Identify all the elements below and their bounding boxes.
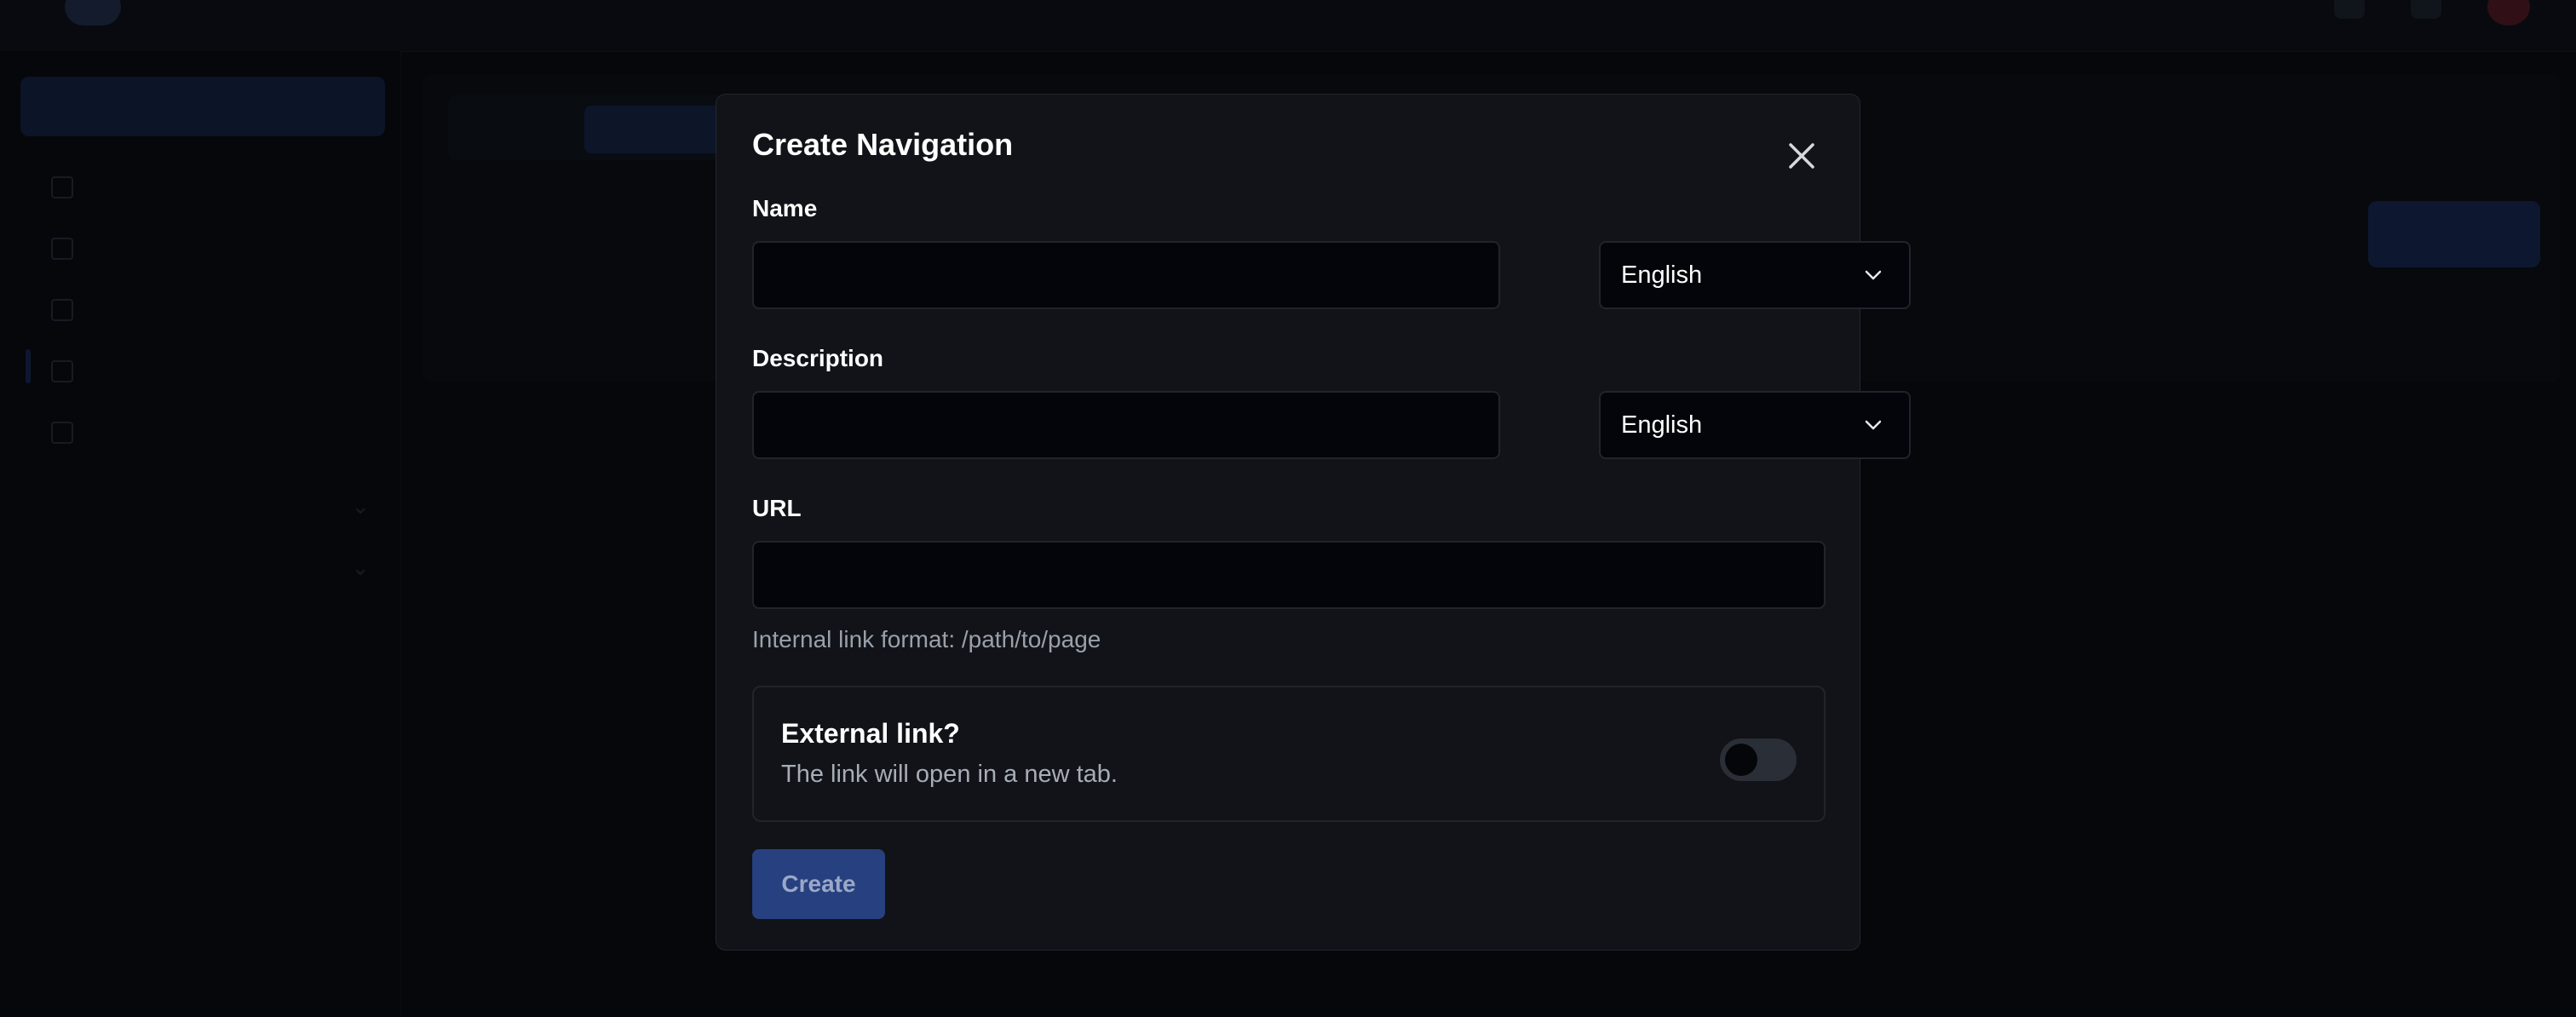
url-hint: Internal link format: /path/to/page (752, 626, 1101, 652)
external-link-title: External link? (781, 718, 960, 749)
url-input[interactable] (752, 541, 1826, 609)
create-button[interactable]: Create (752, 849, 885, 919)
external-link-description: The link will open in a new tab. (781, 761, 1118, 788)
chevron-down-icon (1865, 420, 1882, 430)
external-link-toggle[interactable] (1720, 738, 1797, 781)
description-language-value: English (1621, 411, 1703, 439)
close-icon (1789, 143, 1814, 169)
description-input[interactable] (752, 391, 1500, 459)
name-input[interactable] (752, 241, 1500, 309)
name-language-select[interactable]: English (1599, 241, 1911, 309)
name-language-value: English (1621, 261, 1703, 289)
description-label: Description (752, 345, 884, 371)
create-navigation-dialog: Create Navigation Name English Descripti… (716, 94, 1911, 951)
chevron-down-icon (1865, 270, 1882, 280)
name-label: Name (752, 195, 818, 221)
external-link-setting: External link? The link will open in a n… (752, 686, 1826, 822)
toggle-knob (1725, 744, 1757, 776)
dialog-title: Create Navigation (752, 127, 1014, 162)
close-button[interactable] (1785, 139, 1819, 173)
description-language-select[interactable]: English (1599, 391, 1911, 459)
url-label: URL (752, 495, 802, 521)
